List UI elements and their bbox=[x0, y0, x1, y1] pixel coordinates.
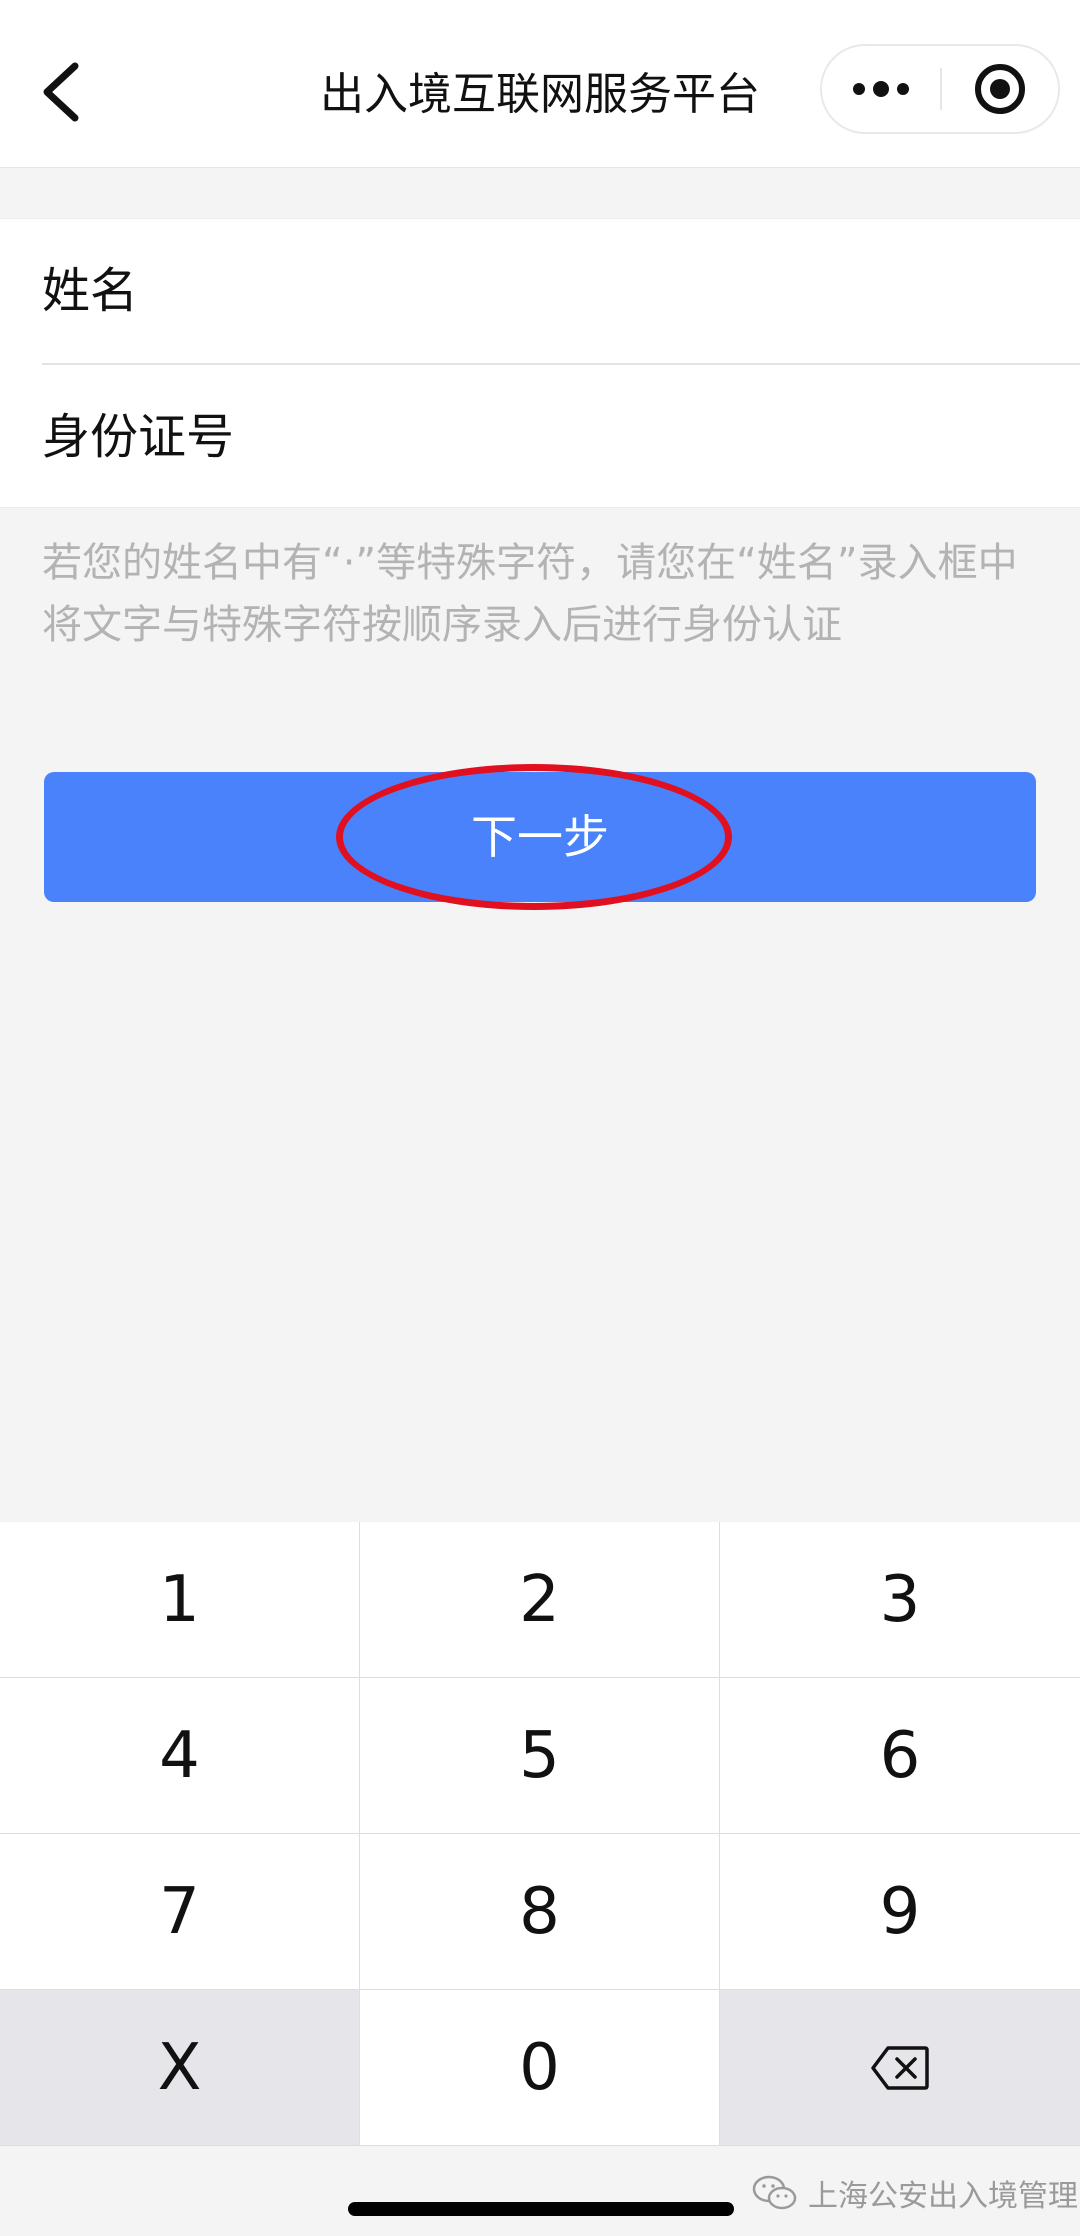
special-character-hint: 若您的姓名中有“·”等特殊字符，请您在“姓名”录入框中将文字与特殊字符按顺序录入… bbox=[42, 540, 1018, 648]
target-circle-icon bbox=[975, 64, 1025, 114]
key-0[interactable]: 0 bbox=[360, 1990, 719, 2145]
key-4[interactable]: 4 bbox=[0, 1678, 359, 1833]
key-x[interactable]: X bbox=[0, 1990, 359, 2145]
key-7[interactable]: 7 bbox=[0, 1834, 359, 1989]
home-indicator bbox=[348, 2202, 734, 2216]
name-field[interactable]: 姓名 bbox=[42, 219, 1080, 365]
more-dots-icon bbox=[853, 81, 909, 97]
key-9[interactable]: 9 bbox=[720, 1834, 1080, 1989]
identity-form: 姓名 身份证号 bbox=[0, 218, 1080, 508]
next-step-button[interactable]: 下一步 bbox=[44, 772, 1036, 902]
key-1[interactable]: 1 bbox=[0, 1522, 359, 1677]
key-3[interactable]: 3 bbox=[720, 1522, 1080, 1677]
id-number-field[interactable]: 身份证号 bbox=[42, 365, 1080, 509]
key-2[interactable]: 2 bbox=[360, 1522, 719, 1677]
watermark: 上海公安出入境管理 bbox=[752, 2168, 1078, 2218]
key-5[interactable]: 5 bbox=[360, 1678, 719, 1833]
top-navbar: 出入境互联网服务平台 bbox=[0, 0, 1080, 168]
backspace-key[interactable] bbox=[720, 1990, 1080, 2145]
more-button[interactable] bbox=[822, 46, 940, 132]
key-8[interactable]: 8 bbox=[360, 1834, 719, 1989]
chevron-left-icon bbox=[43, 62, 79, 122]
miniprogram-capsule bbox=[820, 44, 1060, 134]
back-button[interactable] bbox=[24, 52, 94, 132]
number-keypad: 1 2 3 4 5 6 7 8 9 X 0 bbox=[0, 1522, 1080, 2146]
backspace-icon bbox=[871, 2045, 929, 2090]
page-title: 出入境互联网服务平台 bbox=[320, 69, 760, 120]
key-6[interactable]: 6 bbox=[720, 1678, 1080, 1833]
watermark-text: 上海公安出入境管理 bbox=[808, 2179, 1078, 2214]
wechat-icon bbox=[752, 2175, 797, 2210]
close-miniprogram-button[interactable] bbox=[942, 46, 1058, 132]
